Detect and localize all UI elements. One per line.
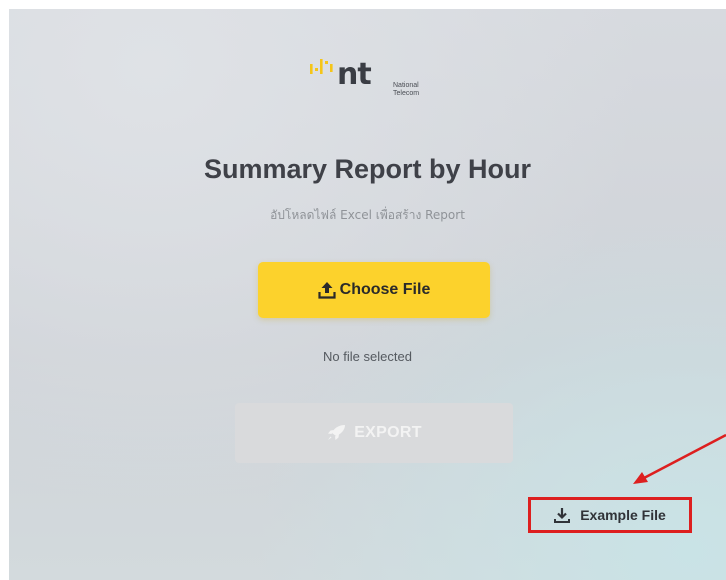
nt-logo: nt National Telecom: [308, 56, 468, 98]
file-status-text: No file selected: [323, 349, 412, 364]
choose-file-button[interactable]: Choose File: [258, 262, 490, 318]
logo-subtitle-line2: Telecom: [393, 90, 420, 97]
example-file-link[interactable]: Example File: [528, 497, 692, 533]
rocket-icon: [328, 425, 346, 440]
export-label: EXPORT: [354, 424, 422, 441]
choose-file-label: Choose File: [339, 281, 431, 298]
export-button[interactable]: EXPORT: [235, 403, 513, 463]
download-icon: [554, 508, 571, 523]
logo-subtitle-line1: National: [393, 82, 419, 89]
page-title: Summary Report by Hour: [203, 154, 532, 184]
page-subtitle: อัปโหลดไฟล์ Excel เพื่อสร้าง Report: [270, 208, 465, 222]
logo-brand-text: nt: [337, 57, 372, 92]
nt-logo-mark-icon: [310, 59, 333, 74]
upload-icon: [318, 282, 336, 299]
logo-subtitle: National Telecom: [393, 82, 419, 98]
report-screen: nt National Telecom Summary Report by Ho…: [9, 9, 726, 580]
annotation-arrow: [633, 433, 726, 484]
example-file-label: Example File: [580, 507, 666, 523]
